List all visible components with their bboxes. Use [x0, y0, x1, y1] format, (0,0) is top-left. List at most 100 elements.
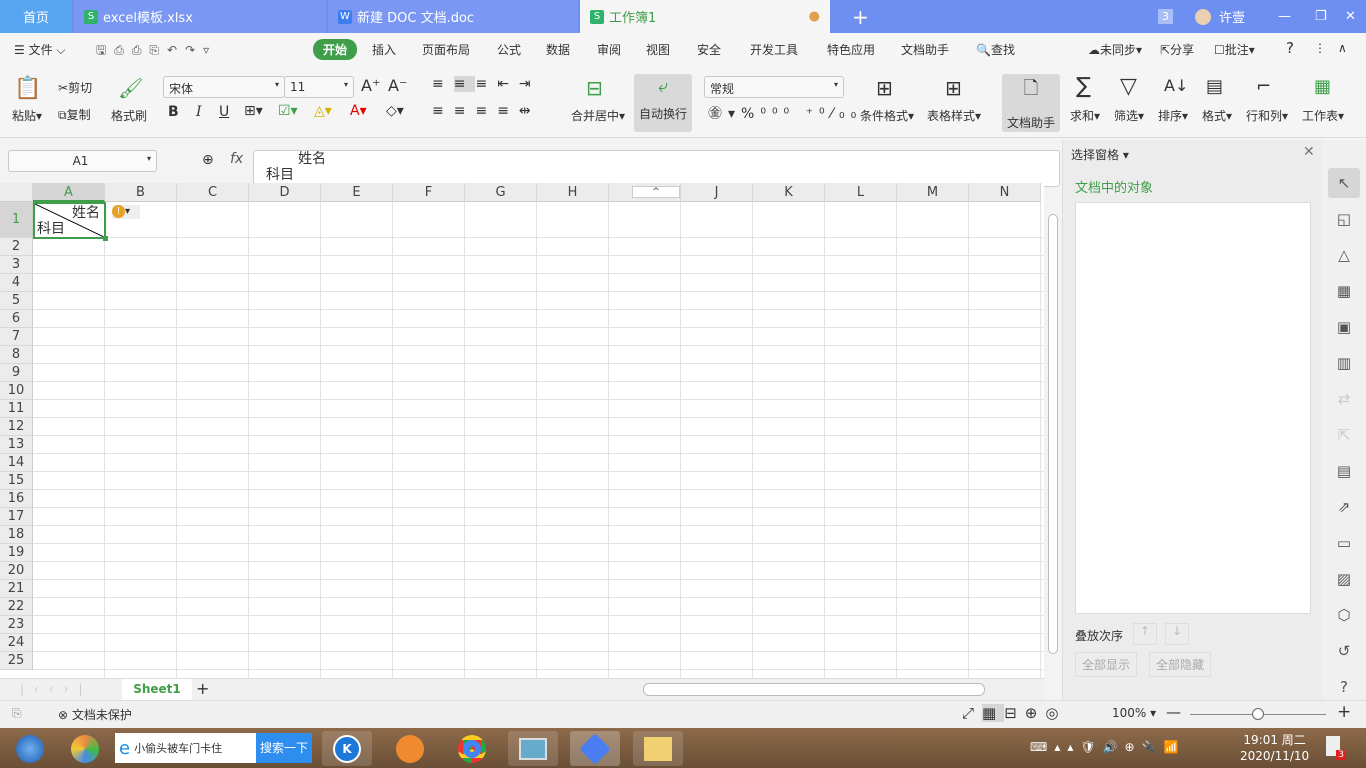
spreadsheet-grid[interactable]: ABCDEFGHIJKLMN12345678910111213141516171… — [0, 183, 1044, 678]
search-text[interactable]: 小偷头被车门卡住 — [134, 740, 256, 756]
chrome-icon[interactable] — [458, 734, 486, 763]
rowcol-button[interactable]: 行和列▾ — [1246, 107, 1288, 124]
tab-home[interactable]: 首页 — [0, 0, 72, 33]
row-header[interactable]: 10 — [0, 382, 33, 400]
font-name-select[interactable]: 宋体 ▾ — [163, 76, 285, 98]
cell-style-icon[interactable]: ☑▾ — [278, 103, 298, 119]
new-tab-button[interactable]: + — [842, 0, 869, 33]
table-icon[interactable]: ▦ — [1328, 276, 1360, 306]
kugou-icon[interactable]: K — [333, 734, 361, 763]
row-header[interactable]: 20 — [0, 562, 33, 580]
search-button[interactable]: 🔍查找 — [976, 41, 1015, 58]
zoom-in-button[interactable]: + — [1337, 702, 1351, 722]
user-account[interactable]: 许壹 — [1185, 0, 1245, 33]
quick-access-toolbar[interactable]: 🖫⎙⎙⎘↶↷▿ — [96, 41, 217, 62]
menu-tab[interactable]: 文档助手 — [901, 41, 949, 58]
column-header[interactable]: D — [249, 183, 321, 202]
collapse-ribbon-icon[interactable]: ∧ — [1338, 41, 1347, 55]
app-icon[interactable] — [396, 734, 424, 763]
column-header[interactable]: K — [753, 183, 825, 202]
show-all-button[interactable]: 全部显示 — [1075, 652, 1138, 677]
image-icon[interactable]: ▨ — [1328, 564, 1360, 594]
notification-icon[interactable]: 3 — [1326, 736, 1346, 760]
doc-helper-button[interactable]: 🗋 文档助手 — [1002, 74, 1060, 132]
underline-button[interactable]: U — [219, 104, 229, 120]
help-icon[interactable]: ? — [1328, 672, 1360, 702]
vertical-align-icons[interactable]: ≡≡≡⇤⇥ — [432, 76, 541, 92]
zoom-slider-knob[interactable] — [1252, 708, 1265, 720]
menu-tab[interactable]: 视图 — [646, 41, 670, 58]
row-header[interactable]: 17 — [0, 508, 33, 526]
cond-format-button[interactable]: 条件格式▾ — [860, 107, 914, 124]
menu-tab[interactable]: 审阅 — [597, 41, 621, 58]
copy-button[interactable]: ⧉复制 — [58, 106, 91, 123]
column-header[interactable]: L — [825, 183, 897, 202]
horizontal-align-icons[interactable]: ≡≡≡≡⇹ — [432, 103, 541, 119]
row-header[interactable]: 11 — [0, 400, 33, 418]
pointer-icon[interactable]: ↖ — [1328, 168, 1360, 198]
table-style-button[interactable]: 表格样式▾ — [927, 107, 981, 124]
cut-button[interactable]: ✂剪切 — [58, 79, 92, 96]
error-check-icon[interactable]: ! ▾ — [112, 205, 140, 219]
fx-button[interactable]: fx — [230, 151, 243, 167]
help-icon[interactable]: ? — [1286, 39, 1294, 57]
row-header[interactable]: 23 — [0, 616, 33, 634]
row-header[interactable]: 9 — [0, 364, 33, 382]
file-menu[interactable]: ☰ 文件 ⌵ — [14, 41, 66, 58]
clock[interactable]: 19:01 周二 2020/11/10 — [1240, 732, 1309, 764]
shapes-icon[interactable]: ◱ — [1328, 204, 1360, 234]
formula-input[interactable]: 姓名 科目 — [253, 150, 1060, 187]
font-color-icon[interactable]: A▾ — [350, 103, 367, 119]
row-header[interactable]: 3 — [0, 256, 33, 274]
menu-tab[interactable]: 数据 — [546, 41, 570, 58]
format-painter-button[interactable]: 格式刷 — [111, 107, 147, 124]
row-header[interactable]: 13 — [0, 436, 33, 454]
minimize-button[interactable]: — — [1268, 0, 1291, 33]
export-icon[interactable]: ⇗ — [1328, 492, 1360, 522]
row-header[interactable]: 19 — [0, 544, 33, 562]
share-button[interactable]: ⇱分享 — [1160, 41, 1194, 58]
column-header[interactable]: B — [105, 183, 177, 202]
fill-handle[interactable] — [103, 236, 108, 241]
filter-button[interactable]: 筛选▾ — [1114, 107, 1144, 124]
restore-button[interactable]: ❐ — [1305, 0, 1327, 33]
menu-tab[interactable]: 安全 — [697, 41, 721, 58]
move-down-button[interactable]: ↓ — [1165, 623, 1189, 645]
column-header[interactable]: J — [681, 183, 753, 202]
row-header[interactable]: 2 — [0, 238, 33, 256]
row-header[interactable]: 12 — [0, 418, 33, 436]
column-header[interactable]: E — [321, 183, 393, 202]
select-all-corner[interactable] — [0, 183, 33, 202]
menu-tab[interactable]: 开发工具 — [750, 41, 798, 58]
number-format-select[interactable]: 常规 ▾ — [704, 76, 844, 98]
menu-tab[interactable]: 页面布局 — [422, 41, 470, 58]
sheet-tab-sheet1[interactable]: Sheet1 — [122, 679, 192, 700]
merge-button[interactable]: 合并居中▾ — [571, 107, 625, 124]
search-go-button[interactable]: 搜索一下 — [255, 733, 312, 763]
window-count[interactable]: 3 — [1148, 0, 1173, 33]
add-sheet-button[interactable]: + — [196, 679, 209, 698]
disabled-icon[interactable]: ⇱ — [1328, 420, 1360, 450]
backup-icon[interactable]: ⬡ — [1328, 600, 1360, 630]
clear-icon[interactable]: ◇▾ — [386, 103, 404, 119]
zoom-select[interactable]: 100% ▾ — [1112, 706, 1156, 720]
hide-all-button[interactable]: 全部隐藏 — [1149, 652, 1212, 677]
style-icon[interactable]: △ — [1328, 240, 1360, 270]
close-button[interactable]: ✕ — [1335, 0, 1356, 33]
decrease-font-icon[interactable]: A⁻ — [388, 76, 407, 95]
number-format-icons[interactable]: ㊎▾%⁰⁰⁰ ⁺⁰⁄₀₀ — [708, 103, 862, 123]
vertical-scrollbar[interactable] — [1046, 196, 1060, 674]
row-header[interactable]: 5 — [0, 292, 33, 310]
move-up-button[interactable]: ↑ — [1133, 623, 1157, 645]
name-box[interactable]: A1 ▾ — [8, 150, 157, 172]
apps-icon[interactable]: ▣ — [1328, 312, 1360, 342]
column-header[interactable]: G — [465, 183, 537, 202]
column-header[interactable]: F — [393, 183, 465, 202]
row-header[interactable]: 22 — [0, 598, 33, 616]
row-header[interactable]: 4 — [0, 274, 33, 292]
font-size-select[interactable]: 11 ▾ — [284, 76, 354, 98]
italic-button[interactable]: I — [196, 104, 202, 120]
wrap-text-button[interactable]: ⤶ 自动换行 — [634, 74, 692, 132]
paste-button[interactable]: 粘贴▾ — [12, 107, 42, 124]
zoom-formula-icon[interactable]: ⊕ — [202, 152, 214, 168]
